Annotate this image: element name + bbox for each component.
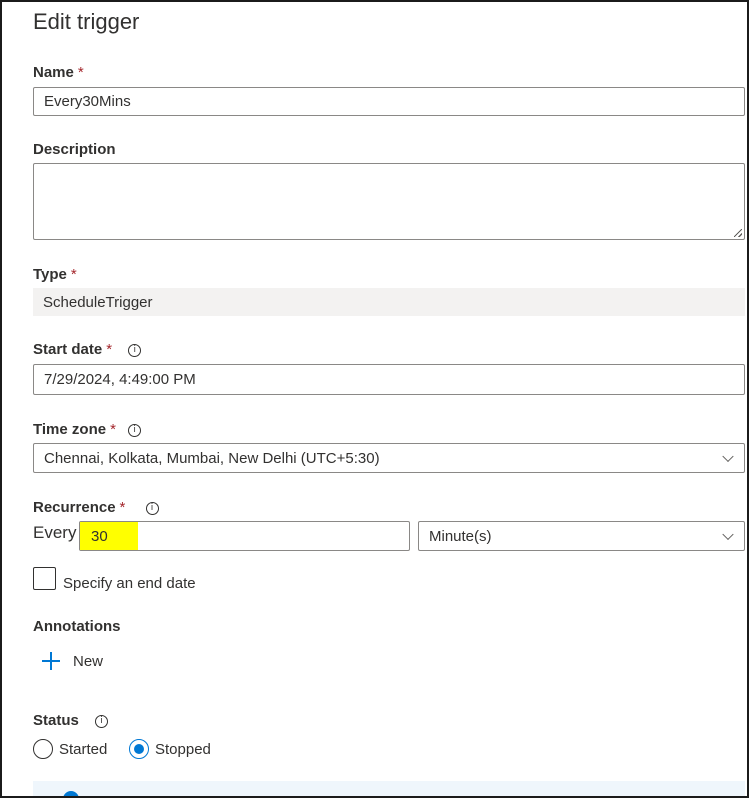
info-icon[interactable]: i	[95, 715, 109, 728]
every-label: Every	[33, 523, 77, 542]
end-date-label[interactable]: Specify an end date	[63, 575, 196, 592]
time-zone-value: Chennai, Kolkata, Mumbai, New Delhi (UTC…	[44, 449, 380, 467]
description-label: Description	[33, 141, 116, 158]
type-field: ScheduleTrigger	[33, 288, 745, 316]
required-mark: *	[106, 341, 113, 358]
time-zone-select[interactable]: Chennai, Kolkata, Mumbai, New Delhi (UTC…	[33, 443, 745, 473]
name-input[interactable]: Every30Mins	[33, 87, 745, 116]
recurrence-interval-input[interactable]: 30	[79, 521, 410, 551]
interval-value: 30	[91, 527, 108, 545]
status-stopped-radio[interactable]	[129, 739, 149, 759]
time-zone-label-text: Time zone	[33, 421, 107, 438]
status-label-text: Status	[33, 712, 79, 729]
status-started-radio[interactable]	[33, 739, 53, 759]
chevron-down-icon	[722, 450, 734, 463]
type-label: Type *	[33, 266, 77, 283]
panel-title: Edit trigger	[33, 9, 140, 34]
info-icon[interactable]: i	[145, 502, 159, 515]
name-input-value: Every30Mins	[44, 93, 131, 110]
required-mark: *	[77, 64, 84, 81]
plus-icon	[42, 652, 60, 670]
recurrence-label: Recurrence * i	[33, 499, 159, 516]
time-zone-label: Time zone * i	[33, 421, 142, 438]
start-date-value: 7/29/2024, 4:49:00 PM	[44, 371, 196, 388]
resize-handle[interactable]	[734, 229, 742, 237]
required-mark: *	[110, 421, 116, 438]
name-label-text: Name	[33, 64, 74, 81]
new-annotation-label: New	[73, 652, 104, 670]
description-textarea[interactable]	[33, 163, 745, 240]
type-value: ScheduleTrigger	[43, 293, 153, 311]
status-stopped-label[interactable]: Stopped	[155, 741, 211, 758]
start-date-label-text: Start date	[33, 341, 103, 358]
status-label: Status i	[33, 712, 109, 729]
info-icon[interactable]: i	[128, 424, 142, 437]
required-mark: *	[119, 499, 126, 516]
info-message-bar	[33, 781, 745, 796]
start-date-input[interactable]: 7/29/2024, 4:49:00 PM	[33, 364, 745, 395]
info-icon	[63, 791, 79, 796]
type-label-text: Type	[33, 266, 67, 283]
recurrence-unit-select[interactable]: Minute(s)	[418, 521, 745, 551]
status-started-label[interactable]: Started	[59, 741, 107, 758]
chevron-down-icon	[722, 528, 734, 541]
name-label: Name *	[33, 64, 84, 81]
end-date-checkbox[interactable]	[33, 567, 56, 590]
start-date-label: Start date * i	[33, 341, 142, 358]
recurrence-label-text: Recurrence	[33, 499, 116, 516]
new-annotation-button[interactable]: New	[42, 652, 103, 670]
required-mark: *	[70, 266, 77, 283]
info-icon[interactable]: i	[128, 344, 142, 357]
edit-trigger-panel: Edit trigger Name * Every30Mins Descripti…	[0, 0, 749, 798]
recurrence-unit-value: Minute(s)	[429, 527, 492, 545]
interval-highlight: 30	[80, 522, 138, 550]
annotations-label: Annotations	[33, 618, 121, 635]
